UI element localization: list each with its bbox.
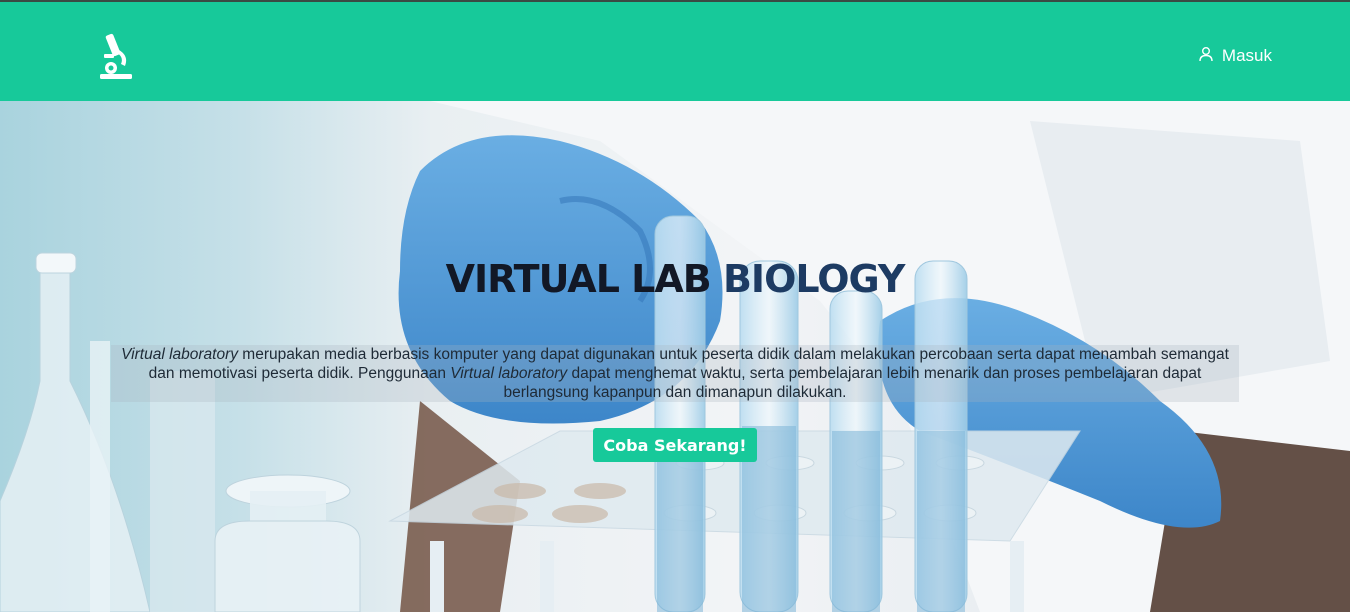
try-now-button[interactable]: Coba Sekarang! [593,428,757,462]
hero-title-part1: VIRTUAL LAB [445,257,723,301]
navbar: Masuk [0,2,1350,101]
user-icon [1198,46,1214,67]
hero-title-part2: BIOLOGY [722,257,905,301]
desc-emphasis-2: Virtual laboratory [450,365,568,382]
microscope-icon[interactable] [97,32,137,82]
hero-description: Virtual laboratory merupakan media berba… [111,345,1239,402]
login-label: Masuk [1221,46,1272,65]
hero-section: VIRTUAL LAB BIOLOGY Virtual laboratory m… [0,101,1350,612]
desc-text-2: dapat menghemat waktu, serta pembelajara… [503,365,1202,401]
desc-emphasis-1: Virtual laboratory [121,346,238,363]
login-button[interactable]: Masuk [1198,45,1272,67]
hero-title: VIRTUAL LAB BIOLOGY [0,257,1350,301]
